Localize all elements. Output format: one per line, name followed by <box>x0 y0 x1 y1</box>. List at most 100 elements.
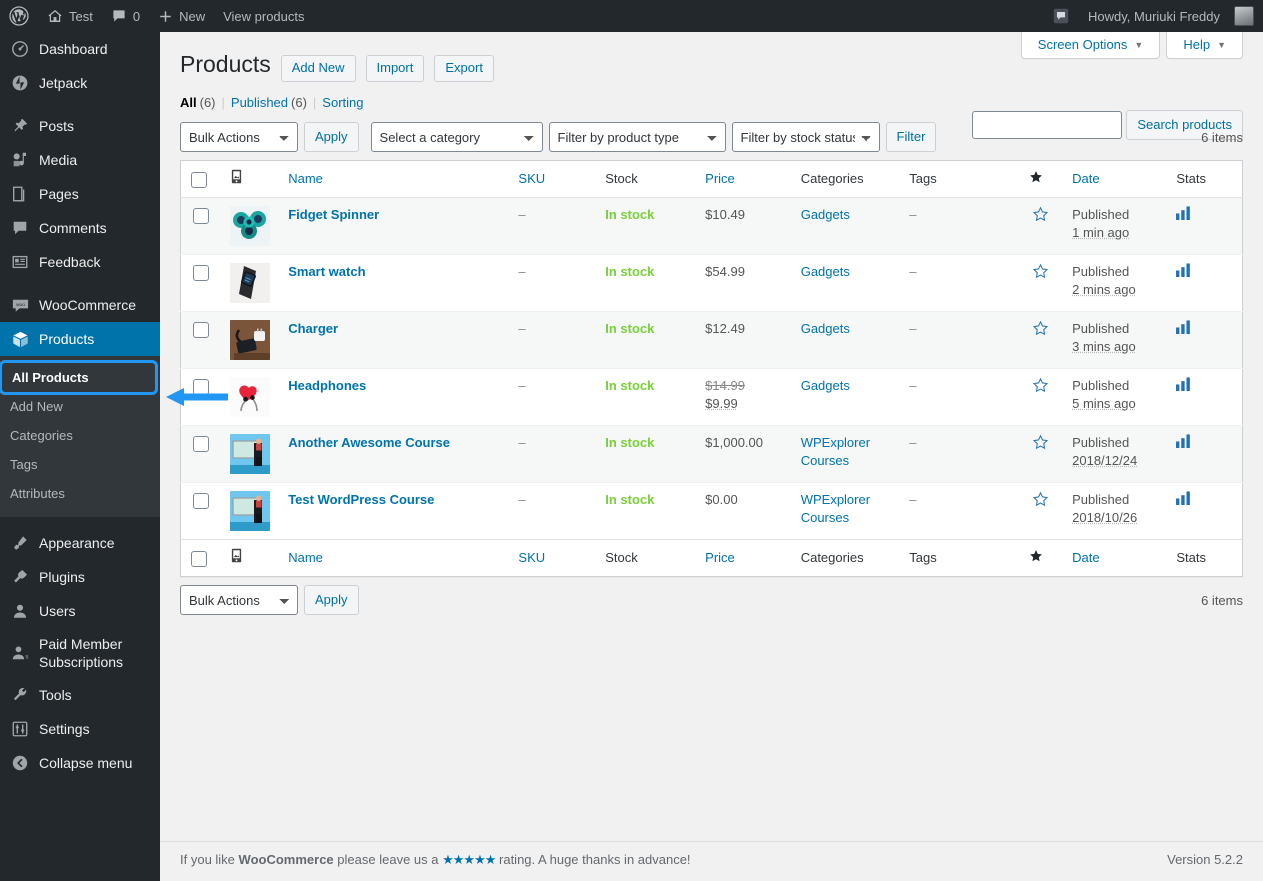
product-thumbnail[interactable] <box>229 206 270 246</box>
sort-by-name-link-bottom[interactable]: Name <box>288 550 323 565</box>
bar-chart-icon[interactable] <box>1176 263 1191 277</box>
help-button[interactable]: Help ▼ <box>1166 32 1243 59</box>
export-button[interactable]: Export <box>434 55 494 82</box>
sidebar-subitem-tags[interactable]: Tags <box>0 450 160 479</box>
table-row[interactable]: Another Awesome Course – In stock $1,000… <box>180 425 1243 483</box>
wp-logo-menu[interactable] <box>0 0 38 32</box>
bar-chart-icon[interactable] <box>1176 434 1191 448</box>
notifications-menu[interactable] <box>1043 0 1079 32</box>
sidebar-item-products[interactable]: Products <box>0 322 168 356</box>
sidebar-subitem-add-new[interactable]: Add New <box>0 392 160 421</box>
product-category-link[interactable]: Gadgets <box>801 264 850 279</box>
product-category-link[interactable]: WPExplorer Courses <box>801 435 870 468</box>
product-category-link[interactable]: Gadgets <box>801 321 850 336</box>
view-sorting-link[interactable]: Sorting <box>322 95 363 110</box>
sidebar-item-appearance[interactable]: Appearance <box>0 526 160 560</box>
sort-by-price-link-bottom[interactable]: Price <box>705 550 735 565</box>
sidebar-item-plugins[interactable]: Plugins <box>0 560 160 594</box>
sidebar-item-tools[interactable]: Tools <box>0 678 160 712</box>
row-checkbox[interactable] <box>193 378 209 395</box>
row-checkbox[interactable] <box>193 264 209 281</box>
sort-by-sku-link[interactable]: SKU <box>518 171 545 186</box>
bar-chart-icon[interactable] <box>1176 320 1191 334</box>
product-name-link[interactable]: Test WordPress Course <box>288 492 434 507</box>
sidebar-item-posts[interactable]: Posts <box>0 109 160 143</box>
bulk-actions-select-bottom[interactable]: Bulk Actions <box>180 585 298 615</box>
product-name-link[interactable]: Headphones <box>288 378 366 393</box>
footer-rating-stars-link[interactable]: ★★★★★ <box>442 852 496 867</box>
category-filter-select[interactable]: Select a category <box>370 122 543 152</box>
table-row[interactable]: Charger – In stock $12.49 Gadgets – Publ… <box>180 311 1243 369</box>
product-thumbnail[interactable] <box>229 434 270 474</box>
view-products-link[interactable]: View products <box>214 0 313 32</box>
screen-options-button[interactable]: Screen Options ▼ <box>1020 32 1161 59</box>
sidebar-item-feedback[interactable]: Feedback <box>0 245 160 279</box>
select-all-checkbox-top[interactable] <box>191 171 207 188</box>
table-row[interactable]: Test WordPress Course – In stock $0.00 W… <box>180 482 1243 540</box>
product-thumbnail[interactable] <box>229 377 270 417</box>
row-checkbox[interactable] <box>193 435 209 452</box>
sidebar-item-media[interactable]: Media <box>0 143 160 177</box>
row-checkbox[interactable] <box>193 492 209 509</box>
sidebar-item-woocommerce[interactable]: woo WooCommerce <box>0 288 160 322</box>
bar-chart-icon[interactable] <box>1176 377 1191 391</box>
sidebar-item-users[interactable]: Users <box>0 594 160 628</box>
sidebar-subitem-categories[interactable]: Categories <box>0 421 160 450</box>
view-sorting[interactable]: Sorting <box>322 95 363 110</box>
star-outline-icon[interactable] <box>1032 263 1049 280</box>
product-category-link[interactable]: Gadgets <box>801 378 850 393</box>
sidebar-subitem-attributes[interactable]: Attributes <box>0 479 160 508</box>
sort-by-date-link[interactable]: Date <box>1072 171 1099 186</box>
bar-chart-icon[interactable] <box>1176 491 1191 505</box>
star-outline-icon[interactable] <box>1032 206 1049 223</box>
table-row[interactable]: Headphones – In stock $14.99 $9.99 Gadge… <box>180 368 1243 426</box>
stock-status-filter-select[interactable]: Filter by stock status <box>731 122 880 152</box>
sort-by-price-link[interactable]: Price <box>705 171 735 186</box>
product-name-link[interactable]: Fidget Spinner <box>288 207 379 222</box>
product-category-link[interactable]: Gadgets <box>801 207 850 222</box>
add-new-button[interactable]: Add New <box>280 55 356 82</box>
table-row[interactable]: Smart watch – In stock $54.99 Gadgets – … <box>180 254 1243 312</box>
product-name-link[interactable]: Smart watch <box>288 264 365 279</box>
product-name-link[interactable]: Charger <box>288 321 338 336</box>
filter-button[interactable]: Filter <box>885 122 937 152</box>
sidebar-item-collapse-menu[interactable]: Collapse menu <box>0 746 160 780</box>
import-button[interactable]: Import <box>365 55 425 82</box>
bar-chart-icon[interactable] <box>1176 206 1191 220</box>
product-name-link[interactable]: Another Awesome Course <box>288 435 450 450</box>
bulk-actions-select-top[interactable]: Bulk Actions <box>180 122 298 152</box>
apply-button-bottom[interactable]: Apply <box>304 585 359 615</box>
sidebar-item-paid-member-subscriptions[interactable]: s Paid Member Subscriptions <box>0 628 160 678</box>
sort-by-name-link[interactable]: Name <box>288 171 323 186</box>
sidebar-item-settings[interactable]: Settings <box>0 712 160 746</box>
select-all-checkbox-bottom[interactable] <box>191 550 207 567</box>
comments-menu[interactable]: 0 <box>102 0 149 32</box>
sort-by-date-link-bottom[interactable]: Date <box>1072 550 1099 565</box>
table-row[interactable]: Fidget Spinner – In stock $10.49 Gadgets… <box>180 197 1243 255</box>
sidebar-item-dashboard[interactable]: Dashboard <box>0 32 160 66</box>
product-category-link[interactable]: WPExplorer Courses <box>801 492 870 525</box>
row-checkbox[interactable] <box>193 207 209 224</box>
product-type-filter-select[interactable]: Filter by product type <box>548 122 726 152</box>
view-published[interactable]: Published (6) <box>231 95 307 110</box>
row-checkbox[interactable] <box>193 321 209 338</box>
star-outline-icon[interactable] <box>1032 434 1049 451</box>
my-account-menu[interactable]: Howdy, Muriuki Freddy <box>1079 0 1263 32</box>
view-all[interactable]: All (6) <box>180 95 216 110</box>
star-outline-icon[interactable] <box>1032 491 1049 508</box>
product-thumbnail[interactable] <box>229 491 270 531</box>
sidebar-item-comments[interactable]: Comments <box>0 211 160 245</box>
apply-button-top[interactable]: Apply <box>304 122 359 152</box>
new-content-menu[interactable]: New <box>149 0 214 32</box>
star-outline-icon[interactable] <box>1032 320 1049 337</box>
product-thumbnail[interactable] <box>229 320 270 360</box>
product-thumbnail[interactable] <box>229 263 270 303</box>
view-published-link[interactable]: Published <box>231 95 288 110</box>
view-all-link[interactable]: All <box>180 95 197 110</box>
star-outline-icon[interactable] <box>1032 377 1049 394</box>
sidebar-item-pages[interactable]: Pages <box>0 177 160 211</box>
sort-by-sku-link-bottom[interactable]: SKU <box>518 550 545 565</box>
sidebar-item-jetpack[interactable]: Jetpack <box>0 66 160 100</box>
sidebar-subitem-all-products[interactable]: All Products <box>0 360 158 395</box>
site-name-menu[interactable]: Test <box>38 0 102 32</box>
